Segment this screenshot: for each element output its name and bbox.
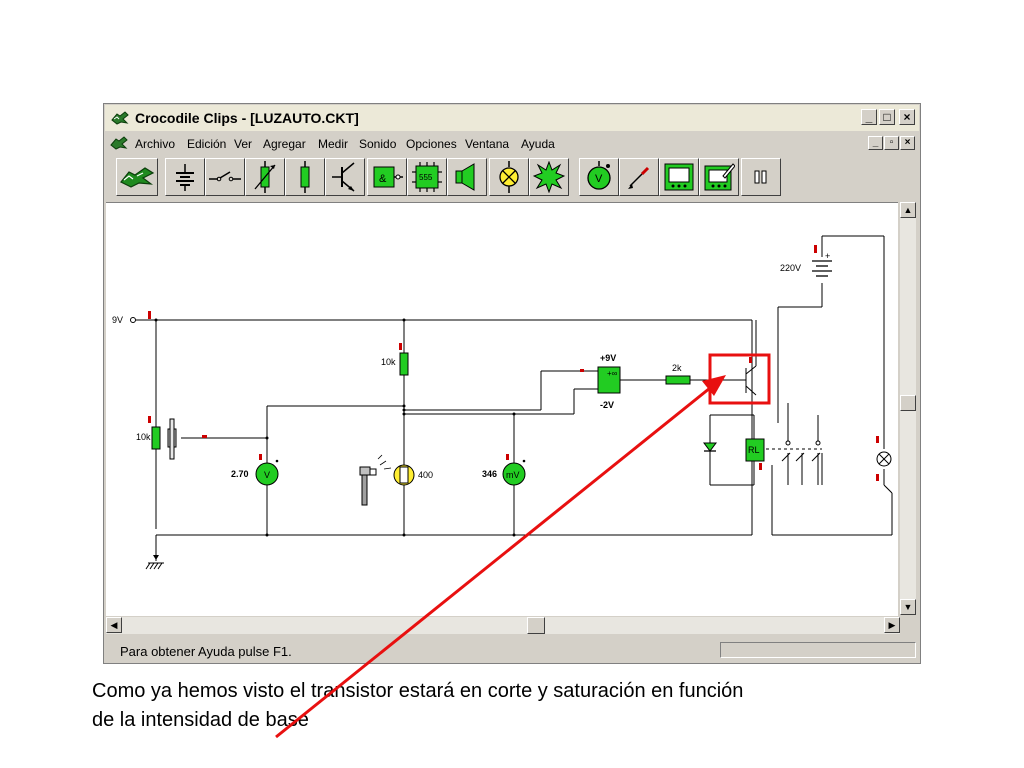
annotation-overlay bbox=[275, 353, 771, 739]
annotation-arrow-line bbox=[275, 386, 711, 739]
